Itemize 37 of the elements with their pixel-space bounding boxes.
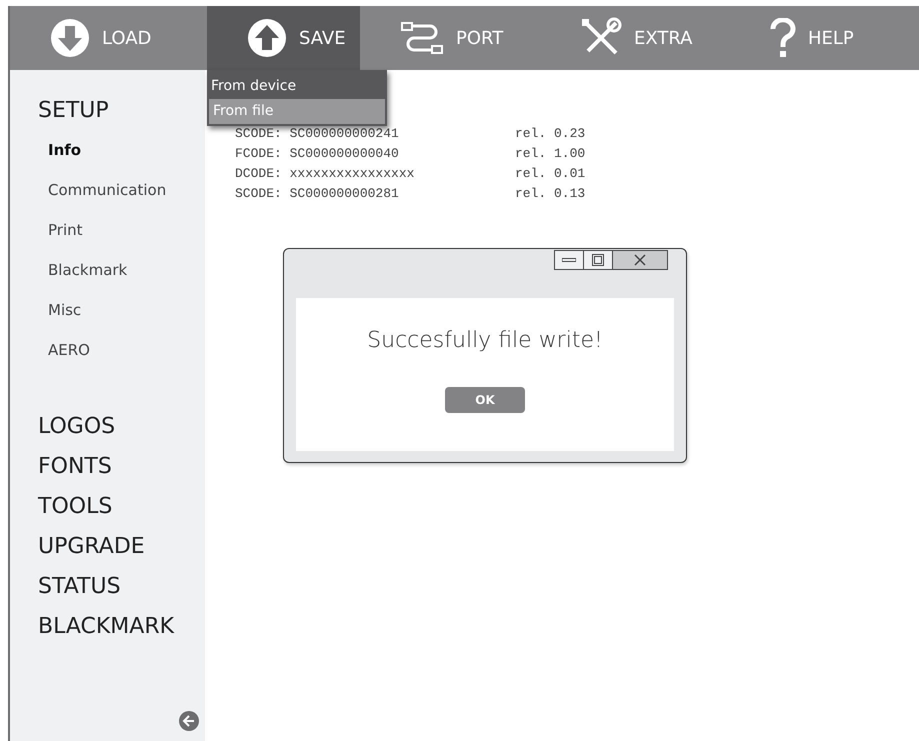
ok-button[interactable]: OK: [445, 387, 525, 413]
release-text: rel. 0.23: [515, 125, 586, 143]
sidebar-section[interactable]: BLACKMARK: [38, 606, 174, 646]
code-text: DCODE: xxxxxxxxxxxxxxxx: [235, 165, 416, 183]
maximize-button[interactable]: [583, 250, 613, 270]
code-text: SCODE: SC000000000281: [235, 185, 400, 203]
toolbar-tab[interactable]: PORT: [360, 6, 540, 70]
sidebar-item[interactable]: Blackmark: [38, 250, 128, 290]
sidebar-section[interactable]: FONTS: [38, 446, 112, 486]
toolbar-tab[interactable]: SAVE: [207, 6, 360, 70]
sidebar-section[interactable]: UPGRADE: [38, 526, 145, 566]
sidebar-item[interactable]: Communication: [38, 170, 166, 210]
close-icon: [634, 254, 646, 266]
maximize-icon: [592, 254, 604, 266]
release-text: rel. 1.00: [515, 145, 586, 163]
dialog-message: Succesfully file write!: [367, 327, 603, 355]
code-text: FCODE: SC000000000040: [235, 145, 400, 163]
sidebar-item[interactable]: Info: [38, 130, 82, 170]
sidebar-section[interactable]: STATUS: [38, 566, 121, 606]
toolbar-tab[interactable]: HELP: [730, 6, 917, 70]
cable-icon: [400, 20, 444, 56]
minimize-icon: [562, 258, 576, 262]
release-text: rel. 0.13: [515, 185, 586, 203]
sidebar-item[interactable]: AERO: [38, 330, 90, 370]
close-button[interactable]: [612, 250, 668, 270]
question-mark-icon: [770, 18, 796, 58]
sidebar-section[interactable]: TOOLS: [38, 486, 112, 526]
release-text: rel. 0.01: [515, 165, 586, 183]
toolbar-tab[interactable]: EXTRA: [540, 6, 730, 70]
minimize-button[interactable]: [554, 250, 584, 270]
toolbar-tab[interactable]: LOAD: [10, 6, 207, 70]
sidebar-section[interactable]: LOGOS: [38, 406, 116, 446]
sidebar-item[interactable]: Misc: [38, 290, 82, 330]
menu-item[interactable]: From device: [207, 74, 383, 99]
sidebar-item[interactable]: Print: [38, 210, 83, 250]
code-text: SCODE: SC000000000241: [235, 125, 400, 143]
sidebar-section[interactable]: SETUP: [38, 90, 109, 130]
